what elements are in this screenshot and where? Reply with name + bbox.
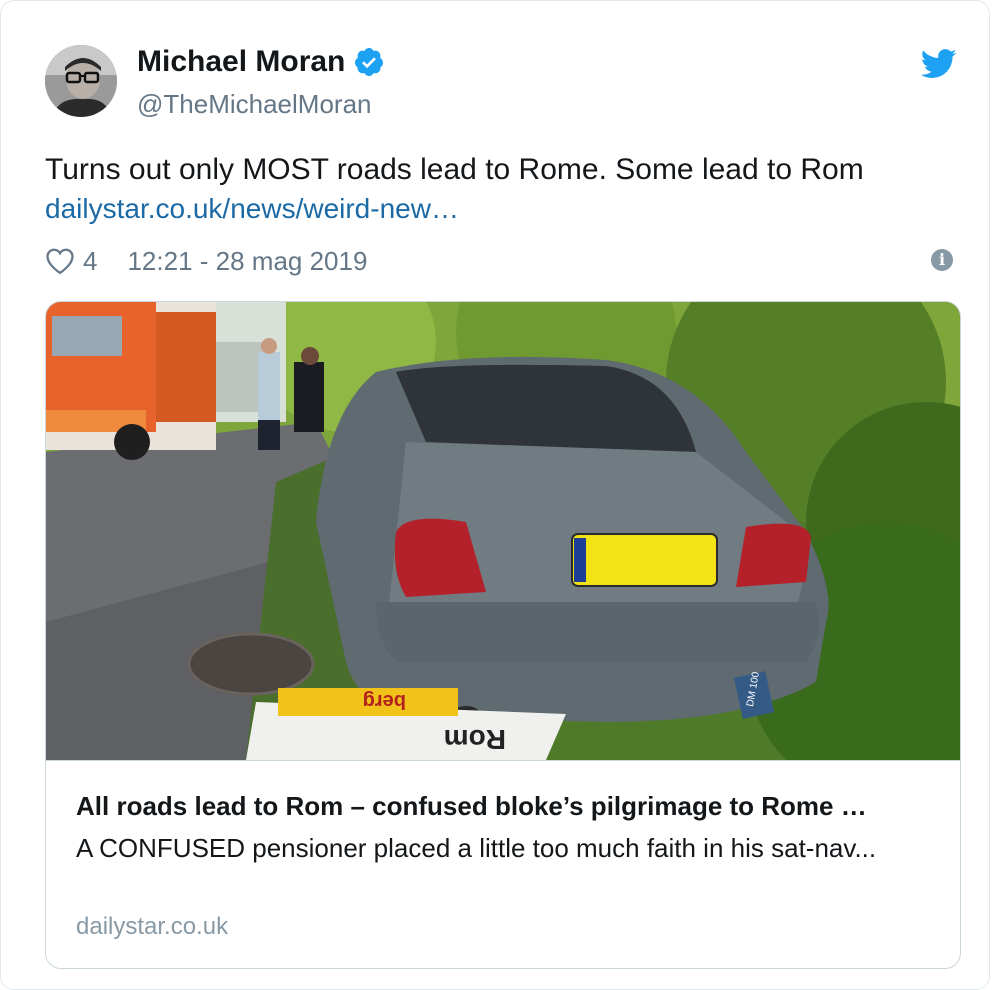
link-preview-body: All roads lead to Rom – confused bloke’s… (46, 760, 960, 968)
author-name-row[interactable]: Michael Moran (137, 45, 385, 79)
link-preview-card[interactable]: berg Rom DM 100 All roads lead to Rom – … (45, 301, 961, 969)
tweet-timestamp[interactable]: 12:21 - 28 mag 2019 (127, 246, 367, 277)
like-count: 4 (83, 245, 98, 276)
like-button[interactable]: 4 (45, 246, 97, 277)
author-handle[interactable]: @TheMichaelMoran (137, 89, 371, 120)
tweet-embed: Michael Moran @TheMichaelMoran Turns out… (0, 0, 990, 990)
link-preview-domain: dailystar.co.uk (76, 913, 229, 940)
author-name[interactable]: Michael Moran (137, 45, 345, 79)
tweet-link[interactable]: dailystar.co.uk/news/weird-new… (45, 193, 459, 225)
link-preview-image: berg Rom DM 100 (46, 302, 960, 760)
tweet-text: Turns out only MOST roads lead to Rome. … (45, 153, 864, 186)
avatar[interactable] (45, 45, 117, 117)
link-preview-description: A CONFUSED pensioner placed a little too… (76, 833, 877, 863)
avatar-photo (45, 45, 117, 117)
sign-text-berg: berg (363, 690, 406, 712)
twitter-bird-icon[interactable] (921, 49, 957, 79)
heart-icon (46, 248, 74, 275)
tweet-meta: 4 12:21 - 28 mag 2019 (45, 241, 367, 281)
verified-badge-icon (355, 48, 384, 76)
sign-text-rom: Rom (444, 724, 506, 755)
link-preview-title[interactable]: All roads lead to Rom – confused bloke’s… (76, 791, 867, 822)
info-icon[interactable]: i (931, 249, 953, 271)
